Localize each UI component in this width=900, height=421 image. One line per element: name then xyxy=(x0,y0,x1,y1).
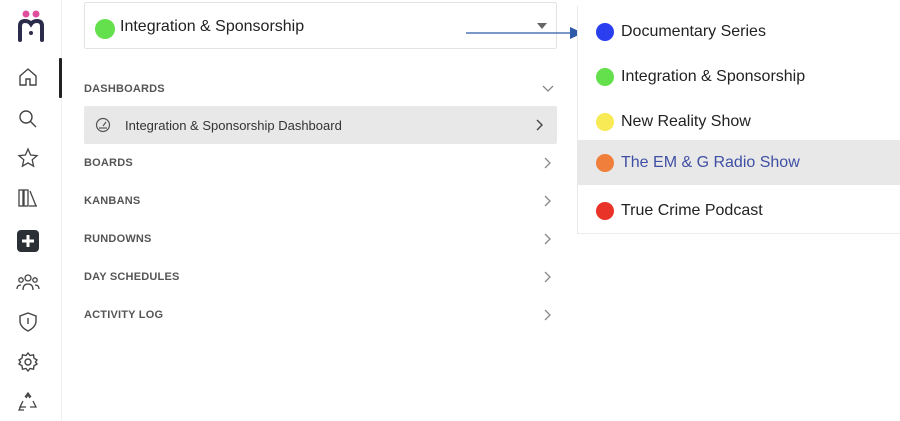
chevron-right-icon[interactable] xyxy=(531,116,549,134)
board-selector-label: Integration & Sponsorship xyxy=(120,18,305,35)
section-dashboards[interactable]: DASHBOARDS xyxy=(84,78,557,102)
chevron-right-icon[interactable] xyxy=(539,192,557,210)
section-title: KANBANS xyxy=(84,195,141,207)
option-color-dot xyxy=(596,154,614,172)
app-logo-icon[interactable] xyxy=(17,8,45,42)
dropdown-option[interactable]: Integration & Sponsorship xyxy=(578,54,900,99)
option-label: True Crime Podcast xyxy=(621,202,763,219)
dropdown-option[interactable]: True Crime Podcast xyxy=(578,188,900,233)
dropdown-option[interactable]: New Reality Show xyxy=(578,99,900,144)
add-icon[interactable] xyxy=(15,228,41,254)
board-color-dot xyxy=(95,19,115,39)
shield-icon[interactable] xyxy=(15,309,41,335)
dropdown-option[interactable]: Documentary Series xyxy=(578,9,900,54)
section-title: ACTIVITY LOG xyxy=(84,309,164,321)
option-label: Integration & Sponsorship xyxy=(621,68,806,85)
arrow-annotation xyxy=(466,27,583,39)
option-color-dot xyxy=(596,113,614,131)
recycle-icon[interactable] xyxy=(15,389,41,415)
section-activity-log[interactable]: ACTIVITY LOG xyxy=(84,304,557,328)
chevron-down-icon[interactable] xyxy=(539,80,557,98)
dropdown-option-highlighted[interactable]: The EM & G Radio Show xyxy=(578,140,900,185)
sidebar-rail xyxy=(0,0,62,421)
option-label: New Reality Show xyxy=(621,113,751,130)
section-day-schedules[interactable]: DAY SCHEDULES xyxy=(84,266,557,290)
section-title: DASHBOARDS xyxy=(84,83,165,95)
settings-icon[interactable] xyxy=(15,349,41,375)
section-title: RUNDOWNS xyxy=(84,233,152,245)
dashboard-item-label: Integration & Sponsorship Dashboard xyxy=(125,118,342,133)
chevron-right-icon[interactable] xyxy=(539,230,557,248)
library-icon[interactable] xyxy=(15,185,41,211)
board-dropdown-list: Documentary Series Integration & Sponsor… xyxy=(577,6,900,234)
option-color-dot xyxy=(596,23,614,41)
option-label: Documentary Series xyxy=(621,23,766,40)
option-color-dot xyxy=(596,68,614,86)
section-kanbans[interactable]: KANBANS xyxy=(84,190,557,214)
chevron-right-icon[interactable] xyxy=(539,306,557,324)
section-rundowns[interactable]: RUNDOWNS xyxy=(84,228,557,252)
search-icon[interactable] xyxy=(15,106,41,132)
chevron-right-icon[interactable] xyxy=(539,268,557,286)
gauge-icon xyxy=(95,117,111,133)
chevron-right-icon[interactable] xyxy=(539,154,557,172)
option-label: The EM & G Radio Show xyxy=(621,154,800,171)
section-title: DAY SCHEDULES xyxy=(84,271,180,283)
section-title: BOARDS xyxy=(84,157,133,169)
option-color-dot xyxy=(596,202,614,220)
team-icon[interactable] xyxy=(15,270,41,296)
section-boards[interactable]: BOARDS xyxy=(84,152,557,176)
home-icon[interactable] xyxy=(15,64,41,90)
dashboard-item[interactable]: Integration & Sponsorship Dashboard xyxy=(84,106,557,144)
star-icon[interactable] xyxy=(15,145,41,171)
active-indicator xyxy=(59,58,62,98)
